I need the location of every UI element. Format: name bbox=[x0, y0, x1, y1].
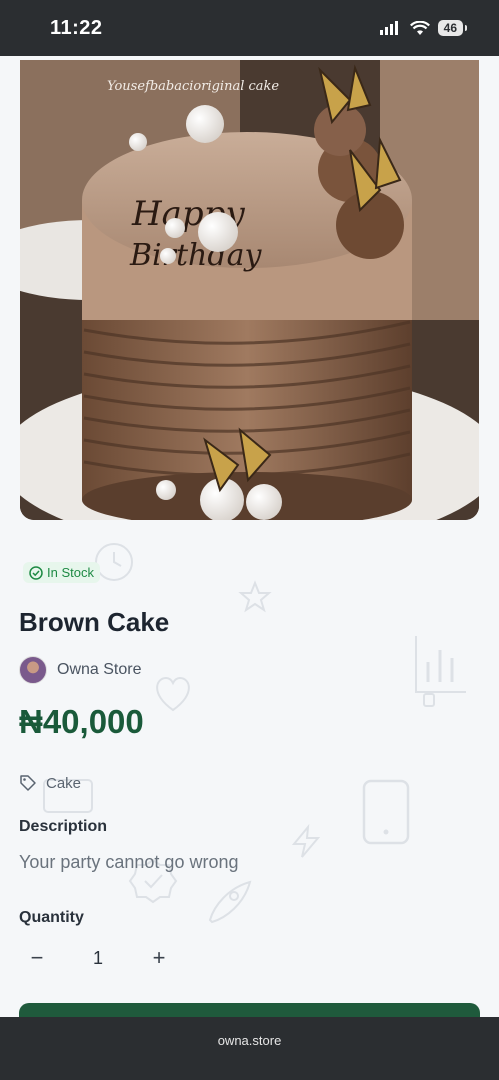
decrement-button[interactable]: − bbox=[19, 943, 55, 973]
store-avatar bbox=[19, 656, 47, 684]
category-tag[interactable]: Cake bbox=[19, 774, 81, 792]
star-icon bbox=[238, 580, 272, 613]
image-watermark: Yousefbabacioriginal cake bbox=[107, 79, 279, 94]
store-name: Owna Store bbox=[57, 661, 142, 678]
browser-url-bar[interactable]: owna.store bbox=[0, 1017, 499, 1080]
status-icons: 46 bbox=[379, 20, 468, 36]
chart-icon bbox=[415, 636, 466, 707]
description-heading: Description bbox=[19, 818, 108, 835]
product-image[interactable]: Happy Birthday Yousefbabacioriginal cake bbox=[20, 60, 479, 520]
url-text: owna.store bbox=[217, 1033, 282, 1048]
topper-birthday: Birthday bbox=[129, 238, 262, 273]
product-title: Brown Cake bbox=[19, 607, 170, 637]
battery-icon: 46 bbox=[437, 20, 468, 36]
phone-icon bbox=[362, 779, 410, 845]
store-link[interactable]: Owna Store bbox=[19, 656, 141, 684]
status-bar: 11:22 46 bbox=[0, 0, 499, 56]
wifi-icon bbox=[409, 20, 430, 35]
product-price: ₦40,000 bbox=[19, 703, 144, 740]
category-tag-label: Cake bbox=[46, 774, 82, 792]
check-circle-icon bbox=[29, 565, 43, 580]
status-time: 11:22 bbox=[50, 16, 103, 39]
description-text: Your party cannot go wrong bbox=[19, 852, 239, 872]
rocket-icon bbox=[208, 880, 252, 924]
bolt-icon bbox=[291, 824, 321, 858]
cake-illustration: Happy Birthday Yousefbabacioriginal cake bbox=[20, 60, 479, 520]
quantity-stepper: − 1 + bbox=[19, 943, 179, 973]
quantity-value: 1 bbox=[92, 947, 103, 968]
signal-icon bbox=[379, 21, 398, 35]
stock-status-label: In Stock bbox=[47, 565, 94, 580]
increment-button[interactable]: + bbox=[141, 943, 177, 973]
quantity-heading: Quantity bbox=[19, 909, 84, 926]
stock-status-badge: In Stock bbox=[23, 562, 100, 583]
heart-icon bbox=[156, 676, 190, 712]
tag-icon bbox=[20, 775, 36, 791]
